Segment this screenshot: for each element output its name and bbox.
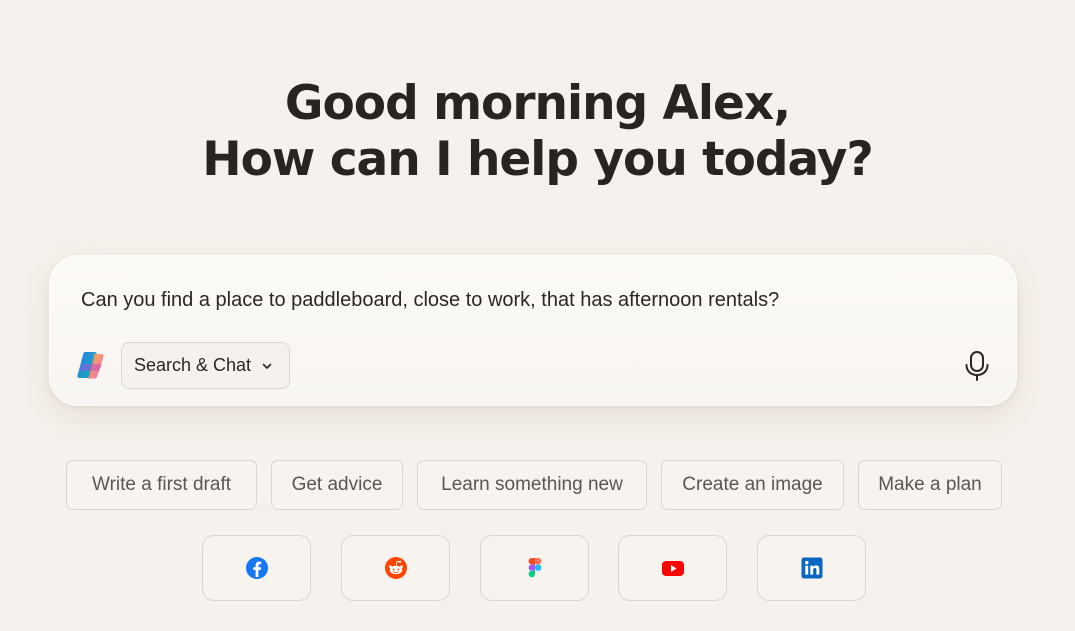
mode-select-label: Search & Chat <box>134 355 252 375</box>
app-button-facebook[interactable] <box>202 535 311 601</box>
suggestion-label: Get advice <box>291 474 383 495</box>
app-button-reddit[interactable] <box>341 535 450 601</box>
suggestion-label: Make a plan <box>878 474 982 495</box>
microphone-icon[interactable] <box>962 350 992 382</box>
suggestion-label: Create an image <box>682 474 823 495</box>
chevron-down-icon <box>262 363 272 369</box>
youtube-icon <box>661 561 684 576</box>
figma-icon <box>528 558 541 578</box>
app-button-youtube[interactable] <box>618 535 727 601</box>
suggestion-label: Write a first draft <box>91 474 231 495</box>
mode-select[interactable]: Search & Chat <box>121 342 290 389</box>
suggestion-create-an-image[interactable]: Create an image <box>661 460 844 510</box>
copilot-icon <box>77 352 104 379</box>
greeting-line-1: Good morning Alex, <box>284 76 791 131</box>
linkedin-icon <box>801 557 822 579</box>
suggestion-write-first-draft[interactable]: Write a first draft <box>66 460 257 510</box>
app-button-figma[interactable] <box>480 535 589 601</box>
suggestion-make-a-plan[interactable]: Make a plan <box>858 460 1002 510</box>
greeting-line-2: How can I help you today? <box>202 132 873 187</box>
app-button-linkedin[interactable] <box>757 535 866 601</box>
suggestion-learn-something-new[interactable]: Learn something new <box>417 460 647 510</box>
prompt-input[interactable]: Can you find a place to paddleboard, clo… <box>81 289 779 312</box>
greeting-heading: Good morning Alex, How can I help you to… <box>0 76 1075 188</box>
suggestion-label: Learn something new <box>441 474 623 495</box>
reddit-icon <box>384 557 407 579</box>
chat-composer[interactable]: Can you find a place to paddleboard, clo… <box>49 255 1017 406</box>
facebook-icon <box>245 557 268 579</box>
suggestion-get-advice[interactable]: Get advice <box>271 460 403 510</box>
